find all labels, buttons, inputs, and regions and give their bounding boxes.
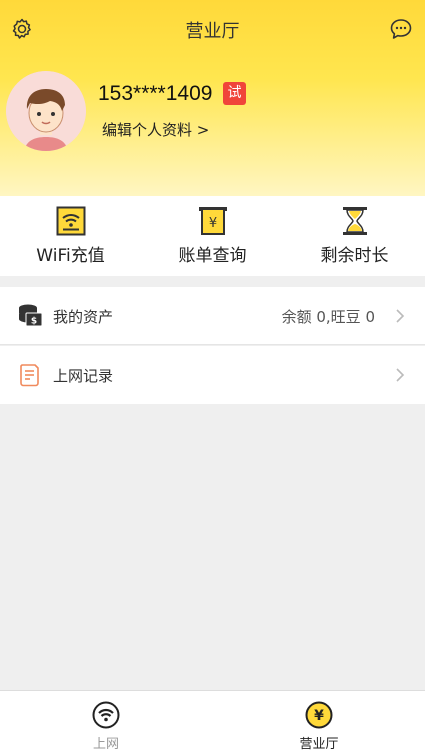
tab-label: 上网 [92, 737, 119, 752]
trial-badge: 试 [223, 82, 246, 105]
bottom-tab-bar: 上网 ¥ 营业厅 [0, 690, 425, 756]
bill-query-button[interactable]: ¥ 账单查询 [142, 196, 283, 276]
svg-text:¥: ¥ [314, 708, 324, 724]
chevron-right-icon [396, 309, 405, 323]
svg-text:¥: ¥ [209, 216, 217, 231]
my-assets-row[interactable]: $ 我的资产 余额 0,旺豆 0 [0, 287, 425, 345]
internet-records-label: 上网记录 [53, 367, 114, 385]
remaining-time-button[interactable]: 剩余时长 [284, 196, 425, 276]
profile-header: 营业厅 153****1409 试 编辑个人资料 > [0, 0, 425, 196]
hourglass-icon [343, 207, 367, 235]
wifi-recharge-button[interactable]: WiFi充值 [0, 196, 141, 276]
quick-action-label: 账单查询 [178, 246, 247, 266]
chat-bubble-icon[interactable] [389, 17, 413, 41]
tab-internet[interactable]: 上网 [0, 691, 212, 756]
quick-actions: WiFi充值 ¥ 账单查询 剩余时长 [0, 196, 425, 276]
tab-label: 营业厅 [299, 737, 339, 752]
avatar[interactable] [6, 71, 86, 151]
chevron-right-icon [396, 368, 405, 382]
wifi-icon [92, 701, 120, 729]
top-bar: 营业厅 [0, 0, 425, 58]
quick-action-label: WiFi充值 [36, 246, 105, 266]
wifi-card-icon [56, 206, 86, 236]
svg-text:$: $ [31, 317, 37, 327]
tab-business-hall[interactable]: ¥ 营业厅 [213, 691, 425, 756]
document-icon [20, 364, 39, 387]
money-stack-icon: $ [19, 304, 43, 327]
internet-records-row[interactable]: 上网记录 [0, 346, 425, 404]
quick-action-label: 剩余时长 [320, 246, 389, 266]
edit-profile-link[interactable]: 编辑个人资料 > [102, 119, 209, 140]
yen-coin-icon: ¥ [305, 701, 333, 729]
phone-number: 153****1409 [98, 82, 213, 105]
page-title: 营业厅 [185, 21, 240, 42]
assets-balance: 余额 0,旺豆 0 [281, 308, 375, 326]
bill-yen-icon: ¥ [199, 207, 227, 235]
my-assets-label: 我的资产 [53, 308, 114, 326]
